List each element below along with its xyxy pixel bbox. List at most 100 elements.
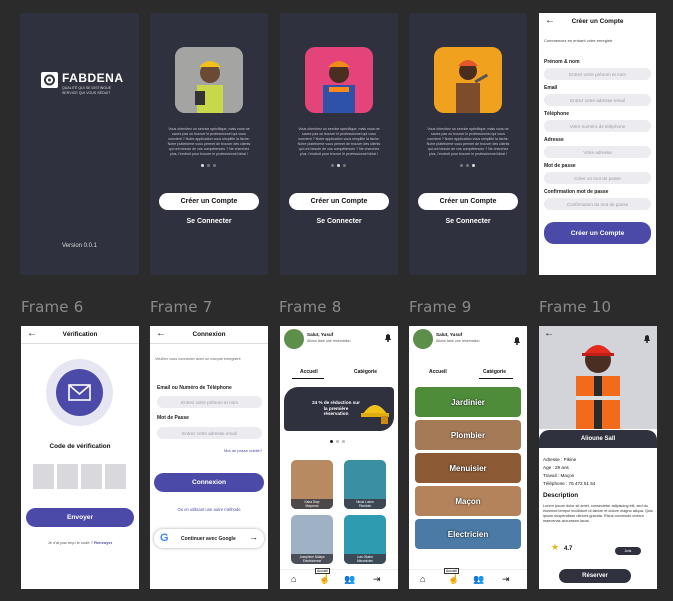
description-title: Description [543, 492, 579, 499]
signup-field-label: Email [544, 85, 558, 91]
hand-pointer-icon[interactable]: ☝ [319, 574, 330, 585]
frame-onboarding-3: Vous cherchez un service spécifique, mai… [409, 13, 527, 275]
alt-method-text: Ou en utilisant une autre méthode [177, 507, 241, 512]
signup-field-input[interactable]: Confirmation du mot de passe [544, 198, 651, 210]
category-label: Menuisier [449, 463, 487, 473]
bottom-nav: ⌂ ☝ Accueil 👥 ⇥ [409, 568, 527, 589]
greeting-subtitle: Allons faire une réservation [307, 339, 351, 343]
create-account-button[interactable]: Créer un Compte [418, 193, 518, 210]
worker-caption: Nkosi Lulum Plombier [344, 499, 386, 509]
category-row[interactable]: Electricien [415, 519, 521, 549]
category-row[interactable]: Maçon [415, 486, 521, 516]
profile-name: Alioune Sall [580, 436, 616, 442]
frame-profile: ← Alioune Sall Adresse : Pikine Age : 29… [539, 326, 657, 589]
signup-header: ← Créer un Compte [539, 13, 656, 31]
hand-pointer-icon[interactable]: ☝ [448, 574, 459, 585]
profile-age: Age : 29 ans [543, 465, 569, 470]
carousel-dots [330, 440, 345, 443]
signup-field-label: Téléphone [544, 111, 570, 117]
signup-field-label: Adresse [544, 137, 564, 143]
bell-icon[interactable] [384, 332, 392, 344]
greeting: Salut, Yusuf [436, 332, 463, 337]
worker-job: Maçonne [305, 504, 319, 508]
tab-category[interactable]: Catégorie [354, 369, 377, 375]
email-label: Email ou Numéro de Téléphone [157, 385, 232, 391]
frame-label: Frame 6 [21, 298, 84, 316]
worker-caption: Luis Okafor Mécanicien [344, 554, 386, 564]
logout-icon[interactable]: ⇥ [502, 574, 510, 585]
send-button[interactable]: Envoyer [26, 508, 134, 527]
avatar[interactable] [413, 329, 433, 349]
mail-badge [46, 359, 113, 426]
users-icon[interactable]: 👥 [473, 574, 484, 585]
signup-field-input[interactable]: Entrez votre prénom et nom [544, 68, 651, 80]
brand-tagline: QUALITÉ QUI SE DISTINGUE [62, 86, 112, 90]
signup-field-input[interactable]: Créer un mot de passe [544, 172, 651, 184]
description-text: Lorem ipsum dolor sit amet, consectetur … [543, 504, 653, 523]
worker-caption: Kaba Diop Maçonne [291, 499, 333, 509]
email-field[interactable]: Entrez votre prénom et nom [157, 396, 262, 408]
tab-underline [479, 378, 513, 379]
onboarding-paragraph: Vous cherchez un service spécifique, mai… [426, 127, 510, 156]
home-icon[interactable]: ⌂ [291, 574, 296, 584]
category-label: Jardinier [451, 397, 485, 407]
reviews-button[interactable]: Avis [615, 547, 641, 555]
bell-icon[interactable] [643, 330, 651, 348]
worker-card[interactable]: Josephine Ndiaye Electricienne [291, 515, 333, 564]
code-box[interactable] [33, 464, 54, 489]
bottom-nav: ⌂ ☝ Accueil 👥 ⇥ [280, 568, 398, 589]
google-button[interactable]: G Continuer avec Google → [154, 529, 264, 548]
worker-card[interactable]: Nkosi Lulum Plombier [344, 460, 386, 509]
signup-field-input[interactable]: Votre adresse [544, 146, 651, 158]
book-button[interactable]: Réserver [559, 569, 631, 583]
brand-logo-icon [41, 72, 58, 88]
profile-job: Travail : Maçon [543, 473, 575, 478]
login-submit-button[interactable]: Connexion [154, 473, 264, 492]
arrow-right-icon: → [249, 532, 258, 542]
profile-phone: Téléphone : 76 472 51 54 [543, 481, 596, 486]
promo-banner[interactable]: 24 % de réduction sur la première réserv… [284, 387, 394, 431]
home-icon[interactable]: ⌂ [420, 574, 425, 584]
worker-caption: Josephine Ndiaye Electricienne [291, 554, 333, 564]
category-row[interactable]: Jardinier [415, 387, 521, 417]
nav-active-label: Accueil [315, 568, 330, 574]
resend-link[interactable]: Renvoyer [94, 540, 112, 545]
logout-icon[interactable]: ⇥ [373, 574, 381, 585]
password-label: Mot de Passe [157, 415, 189, 421]
signup-field-label: Confirmation mot de passe [544, 189, 609, 195]
code-box[interactable] [81, 464, 102, 489]
carousel-dots [201, 164, 216, 167]
tab-category[interactable]: Catégorie [483, 369, 506, 375]
users-icon[interactable]: 👥 [344, 574, 355, 585]
create-account-button[interactable]: Créer un Compte [289, 193, 389, 210]
worker-card[interactable]: Luis Okafor Mécanicien [344, 515, 386, 564]
worker-card[interactable]: Kaba Diop Maçonne [291, 460, 333, 509]
avatar[interactable] [284, 329, 304, 349]
code-box[interactable] [105, 464, 126, 489]
category-row[interactable]: Menuisier [415, 453, 521, 483]
tab-home[interactable]: Accueil [429, 369, 447, 375]
code-box[interactable] [57, 464, 78, 489]
login-link[interactable]: Se Connecter [409, 218, 527, 225]
page-title: Connexion [192, 331, 226, 338]
category-row[interactable]: Plombier [415, 420, 521, 450]
greeting-subtitle: Allons faire une réservation [436, 339, 480, 343]
profile-photo [539, 326, 657, 429]
signup-submit-button[interactable]: Créer un Compte [544, 222, 651, 244]
create-account-button[interactable]: Créer un Compte [159, 193, 259, 210]
signup-field-input[interactable]: Entrez votre adresse email [544, 94, 651, 106]
frame-label: Frame 7 [150, 298, 213, 316]
onboarding-paragraph: Vous cherchez un service spécifique, mai… [167, 127, 251, 156]
signup-field-input[interactable]: Votre numéro de téléphone [544, 120, 651, 132]
tab-home[interactable]: Accueil [300, 369, 318, 375]
password-field[interactable]: Entrez votre adresse email [157, 427, 262, 439]
worker-photo [434, 47, 502, 113]
forgot-password-link[interactable]: Mot de passe oublié? [224, 448, 262, 453]
frame-home: Salut, Yusuf Allons faire une réservatio… [280, 326, 398, 589]
worker-job: Plombier [358, 504, 372, 508]
back-arrow-icon[interactable]: ← [544, 328, 554, 339]
login-link[interactable]: Se Connecter [150, 218, 268, 225]
login-link[interactable]: Se Connecter [280, 218, 398, 225]
bell-icon[interactable] [513, 332, 521, 350]
signup-intro: Commencez en entrant votre enregistr [544, 38, 613, 43]
